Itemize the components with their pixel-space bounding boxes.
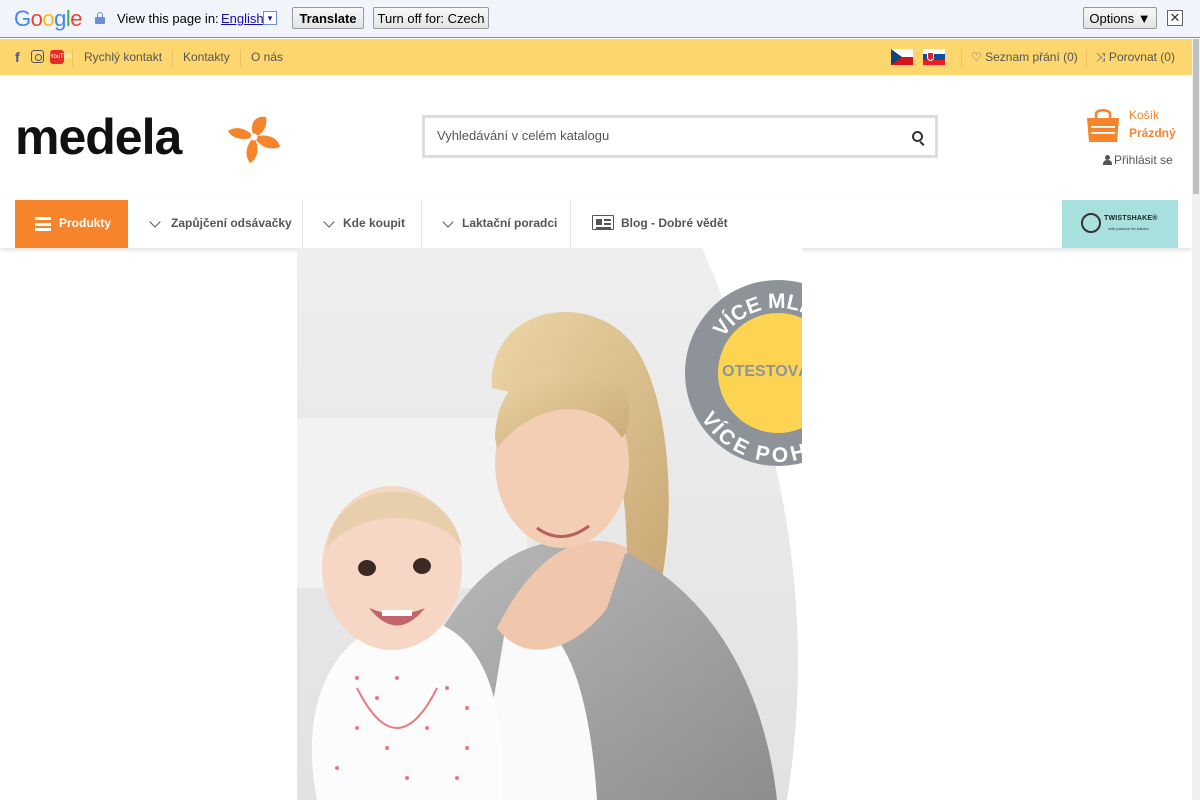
nav-item-rental[interactable]: Zapůjčení odsávačky <box>149 200 292 248</box>
nav-item-label: Blog - Dobré vědět <box>621 216 728 230</box>
scrollbar-thumb[interactable] <box>1193 39 1199 194</box>
divider <box>302 200 303 248</box>
contacts-link[interactable]: Kontakty <box>183 50 230 64</box>
cart-status[interactable]: Prázdný <box>1129 126 1176 140</box>
cart-label[interactable]: Košík <box>1129 108 1159 122</box>
facebook-icon[interactable]: f <box>15 50 23 64</box>
shopping-bag-icon[interactable] <box>1085 106 1121 142</box>
translate-button[interactable]: Translate <box>292 7 364 29</box>
options-button[interactable]: Options ▼ <box>1083 7 1157 29</box>
badge-center-text: OTESTOVÁNO <box>722 363 802 380</box>
divider <box>72 49 73 67</box>
lock-icon <box>95 12 105 24</box>
nav-item-label: Laktační poradci <box>462 216 558 230</box>
twistshake-name: TWISTSHAKE® <box>1104 215 1158 222</box>
nav-item-lactation-advisors[interactable]: Laktační poradci <box>442 200 559 248</box>
divider <box>172 49 173 67</box>
compare-link[interactable]: ⤨ Porovnat (0) <box>1096 50 1175 65</box>
nav-item-label: Kde koupit <box>343 216 405 230</box>
view-page-in-text: View this page in: <box>117 11 219 26</box>
login-link[interactable]: Přihlásit se <box>1103 153 1173 167</box>
search-input[interactable] <box>437 128 897 143</box>
wishlist-link[interactable]: ♡ Seznam přání (0) <box>971 50 1078 64</box>
page-scrollbar[interactable] <box>1192 39 1200 800</box>
close-icon[interactable]: ✕ <box>1167 10 1183 26</box>
czech-flag-icon[interactable] <box>891 49 913 65</box>
youtube-icon[interactable]: YouTube <box>50 50 74 64</box>
chevron-down-icon <box>442 216 454 228</box>
nav-item-label: Zapůjčení odsávačky <box>171 216 292 230</box>
medela-flower-logo-icon[interactable] <box>226 113 282 165</box>
language-dropdown-icon[interactable]: ▾ <box>263 11 277 25</box>
products-label: Produkty <box>59 216 112 230</box>
divider <box>570 200 571 248</box>
language-link[interactable]: English <box>221 11 264 26</box>
twistshake-logo-icon <box>1081 213 1101 233</box>
main-nav: Produkty Zapůjčení odsávačky Kde koupit … <box>0 200 1192 248</box>
twistshake-tagline: with passion for babies <box>1108 226 1149 231</box>
medela-logo[interactable]: medela <box>15 108 182 166</box>
instagram-icon[interactable] <box>31 50 44 63</box>
search-icon[interactable] <box>912 131 923 142</box>
newspaper-icon <box>592 215 614 230</box>
divider <box>421 200 422 248</box>
hamburger-icon <box>35 217 51 231</box>
quick-contact-link[interactable]: Rychlý kontakt <box>84 50 162 64</box>
google-translate-bar: Google View this page in: English ▾ Tran… <box>0 0 1200 38</box>
chevron-down-icon <box>149 216 161 228</box>
turn-off-button[interactable]: Turn off for: Czech <box>373 7 489 29</box>
chevron-down-icon <box>323 216 335 228</box>
divider <box>961 49 962 67</box>
top-bar: f YouTube Rychlý kontakt Kontakty O nás … <box>0 39 1192 75</box>
user-icon <box>1103 155 1112 165</box>
twistshake-banner[interactable]: TWISTSHAKE® with passion for babies <box>1062 200 1178 248</box>
hero-banner[interactable]: VÍCE MLÉKA VÍCE POHODLÍ OTESTOVÁNO <box>297 248 802 800</box>
search-box <box>422 115 938 158</box>
divider <box>1086 49 1087 67</box>
nav-item-blog[interactable]: Blog - Dobré vědět <box>592 200 732 248</box>
promo-badge: VÍCE MLÉKA VÍCE POHODLÍ OTESTOVÁNO <box>685 280 802 466</box>
login-label: Přihlásit se <box>1114 153 1173 167</box>
products-menu-button[interactable]: Produkty <box>15 200 128 248</box>
about-link[interactable]: O nás <box>251 50 283 64</box>
divider <box>240 49 241 67</box>
google-logo: Google <box>14 6 83 31</box>
slovak-flag-icon[interactable] <box>923 49 945 65</box>
nav-item-where-to-buy[interactable]: Kde koupit <box>323 200 415 248</box>
